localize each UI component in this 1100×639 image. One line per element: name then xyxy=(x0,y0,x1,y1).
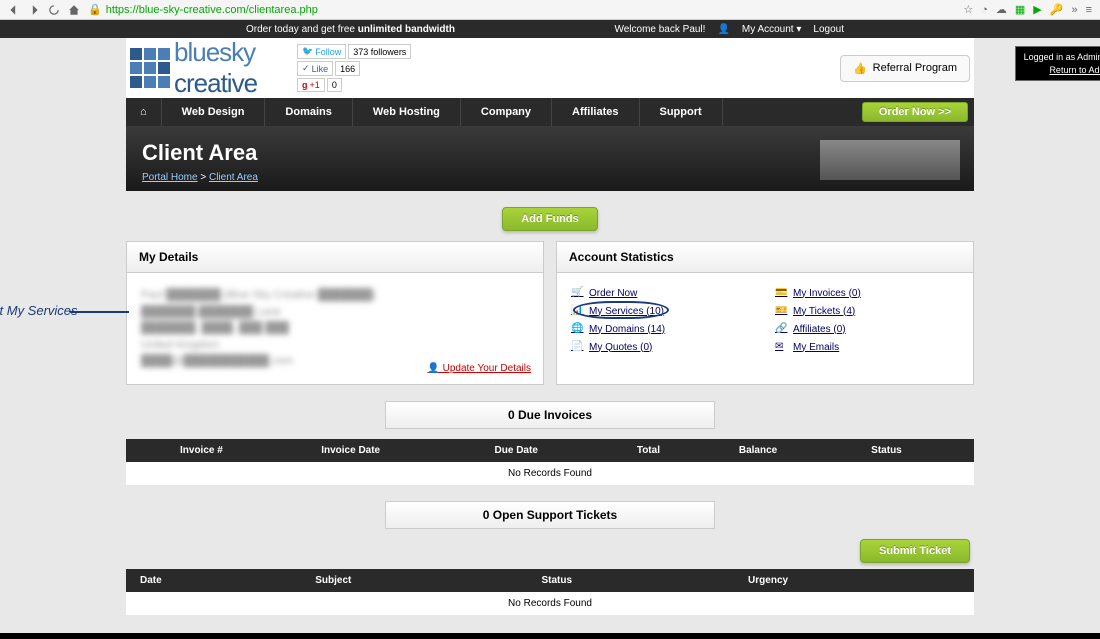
my-details-panel: My Details Paul ███████ (Blue Sky Creati… xyxy=(126,241,544,385)
nav-company[interactable]: Company xyxy=(461,98,552,126)
col-balance[interactable]: Balance xyxy=(725,439,857,462)
link-my-emails[interactable]: ✉My Emails xyxy=(775,341,959,353)
gplus-count: 0 xyxy=(327,78,342,92)
ext-icon[interactable]: ☁ xyxy=(996,3,1007,16)
nav-web-hosting[interactable]: Web Hosting xyxy=(353,98,461,126)
url-bar[interactable]: 🔒 https://blue-sky-creative.com/clientar… xyxy=(88,3,955,16)
cart-icon: 🛒 xyxy=(571,287,583,299)
col-status[interactable]: Status xyxy=(857,439,974,462)
panel-title: Account Statistics xyxy=(557,242,973,273)
like-count: 166 xyxy=(335,61,360,76)
star-icon[interactable]: ☆ xyxy=(963,3,973,16)
server-image xyxy=(820,140,960,180)
invoice-icon: 💳 xyxy=(775,287,787,299)
welcome-text: Welcome back Paul! xyxy=(614,24,705,35)
col-subject[interactable]: Subject xyxy=(301,569,527,592)
callout-text: Select My Services xyxy=(0,303,78,318)
col-blank xyxy=(126,439,166,462)
ext-icon[interactable]: 🔑 xyxy=(1050,3,1064,16)
callout-arrow xyxy=(69,311,129,313)
link-my-invoices[interactable]: 💳My Invoices (0) xyxy=(775,287,959,299)
link-affiliates[interactable]: 🔗Affiliates (0) xyxy=(775,323,959,335)
col-urgency[interactable]: Urgency xyxy=(734,569,974,592)
gplus-button[interactable]: g+1 xyxy=(297,78,325,92)
ext-icon[interactable]: ▦ xyxy=(1015,3,1025,16)
account-stats-panel: Account Statistics 🛒Order Now 💳My Invoic… xyxy=(556,241,974,385)
col-total[interactable]: Total xyxy=(623,439,725,462)
tickets-title: 0 Open Support Tickets xyxy=(385,501,715,529)
forward-icon[interactable] xyxy=(28,4,40,16)
logo-icon xyxy=(130,48,170,88)
nav-web-design[interactable]: Web Design xyxy=(162,98,266,126)
logo[interactable]: blueskycreative xyxy=(130,37,257,99)
order-now-button[interactable]: Order Now >> xyxy=(862,102,968,122)
col-invoice-num[interactable]: Invoice # xyxy=(166,439,307,462)
affiliate-icon: 🔗 xyxy=(775,323,787,335)
ext-icon[interactable]: ▶ xyxy=(1033,3,1041,16)
thumbs-icon: 👍 xyxy=(853,62,867,75)
nav-affiliates[interactable]: Affiliates xyxy=(552,98,639,126)
link-my-services[interactable]: 📊My Services (10) xyxy=(571,305,755,317)
more-icon[interactable]: » xyxy=(1071,4,1077,16)
social-badges: 🐦 Follow373 followers ✓ Like166 g+10 xyxy=(297,44,411,92)
add-funds-button[interactable]: Add Funds xyxy=(502,207,597,231)
browser-extensions: ☆ ◔ ☁ ▦ ▶ 🔑 » ≡ xyxy=(963,3,1092,16)
browser-toolbar: 🔒 https://blue-sky-creative.com/clientar… xyxy=(0,0,1100,20)
site-header: blueskycreative 🐦 Follow373 followers ✓ … xyxy=(126,38,974,98)
no-records: No Records Found xyxy=(126,592,974,615)
my-account-link[interactable]: My Account ▾ xyxy=(742,24,802,35)
panel-title: My Details xyxy=(127,242,543,273)
announce-promo: Order today and get free unlimited bandw… xyxy=(246,24,455,35)
home-icon: ⌂ xyxy=(140,106,147,118)
logout-link[interactable]: Logout xyxy=(813,24,844,35)
no-records: No Records Found xyxy=(126,462,974,485)
link-my-tickets[interactable]: 🎫My Tickets (4) xyxy=(775,305,959,317)
logo-text: blueskycreative xyxy=(174,37,257,99)
submit-ticket-button[interactable]: Submit Ticket xyxy=(860,539,970,563)
invoices-title: 0 Due Invoices xyxy=(385,401,715,429)
reload-icon[interactable] xyxy=(48,4,60,16)
update-details-link[interactable]: 👤 Update Your Details xyxy=(427,363,531,374)
col-invoice-date[interactable]: Invoice Date xyxy=(307,439,480,462)
hero-banner: Client Area Portal Home > Client Area xyxy=(126,126,974,191)
link-my-domains[interactable]: 🌐My Domains (14) xyxy=(571,323,755,335)
crumb-home[interactable]: Portal Home xyxy=(142,172,198,183)
nav-domains[interactable]: Domains xyxy=(265,98,352,126)
follower-count: 373 followers xyxy=(348,44,411,59)
return-admin-link[interactable]: Return to Admin Area xyxy=(1049,65,1100,75)
home-icon[interactable] xyxy=(68,4,80,16)
globe-icon: 🌐 xyxy=(571,323,583,335)
main-nav: ⌂ Web Design Domains Web Hosting Company… xyxy=(126,98,974,126)
tickets-table: Date Subject Status Urgency No Records F… xyxy=(126,569,974,615)
menu-icon[interactable]: ≡ xyxy=(1086,4,1092,16)
back-icon[interactable] xyxy=(8,4,20,16)
announce-bar: Order today and get free unlimited bandw… xyxy=(0,20,1100,38)
col-due-date[interactable]: Due Date xyxy=(481,439,623,462)
twitter-follow-button[interactable]: 🐦 Follow xyxy=(297,44,346,59)
col-date[interactable]: Date xyxy=(126,569,301,592)
col-status[interactable]: Status xyxy=(527,569,734,592)
link-my-quotes[interactable]: 📄My Quotes (0) xyxy=(571,341,755,353)
ext-icon[interactable]: ◔ xyxy=(981,4,988,16)
url-text: https://blue-sky-creative.com/clientarea… xyxy=(106,4,318,16)
nav-home[interactable]: ⌂ xyxy=(126,98,162,126)
ticket-icon: 🎫 xyxy=(775,305,787,317)
invoices-table: Invoice # Invoice Date Due Date Total Ba… xyxy=(126,439,974,485)
account-icon: 👤 xyxy=(717,24,729,35)
details-blurred: Paul ███████ (Blue Sky Creative ███████)… xyxy=(141,287,529,370)
crumb-current[interactable]: Client Area xyxy=(209,172,258,183)
nav-support[interactable]: Support xyxy=(640,98,723,126)
link-order-now[interactable]: 🛒Order Now xyxy=(571,287,755,299)
lock-icon: 🔒 xyxy=(88,3,102,16)
referral-button[interactable]: 👍Referral Program xyxy=(840,55,970,82)
admin-badge: Logged in as Administrator | Return to A… xyxy=(1015,46,1100,81)
footer xyxy=(0,633,1100,639)
pdf-icon: 📄 xyxy=(571,341,583,353)
services-icon: 📊 xyxy=(571,305,583,317)
email-icon: ✉ xyxy=(775,341,787,353)
fb-like-button[interactable]: ✓ Like xyxy=(297,61,333,76)
